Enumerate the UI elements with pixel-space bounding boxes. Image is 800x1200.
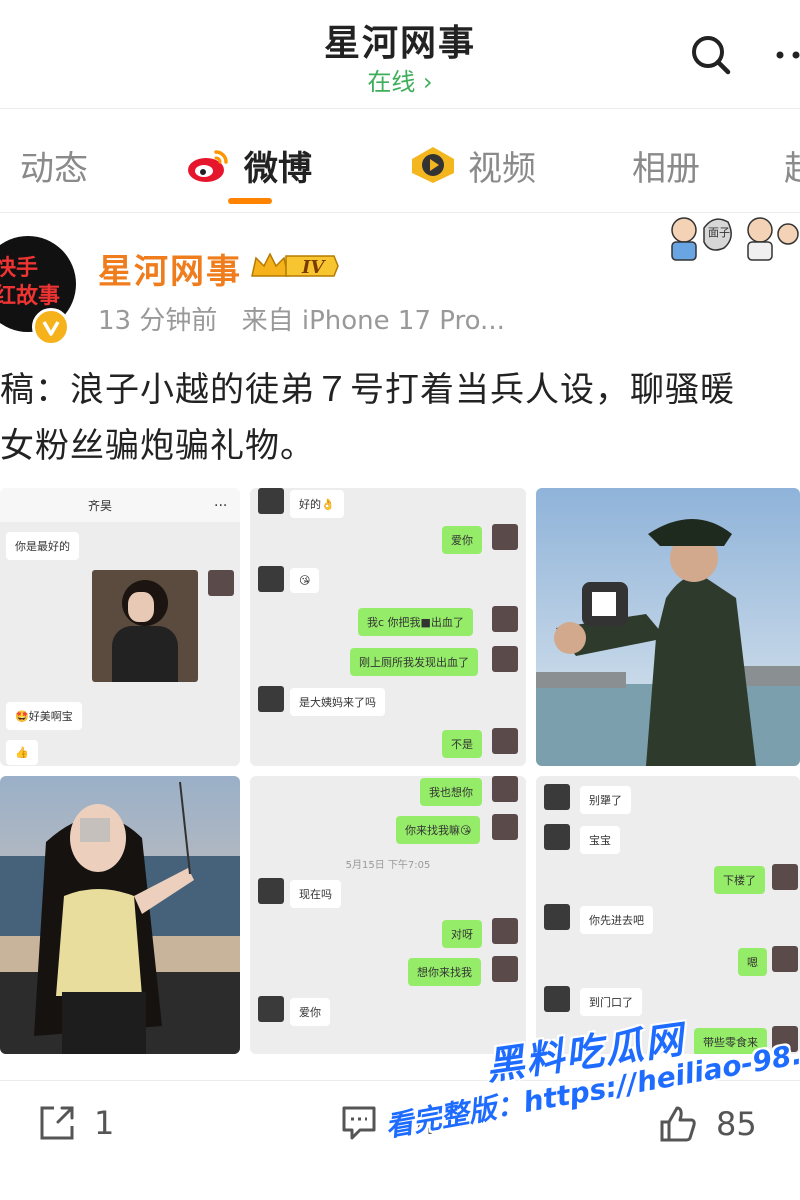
chat-message: 👍 — [6, 740, 38, 765]
top-header: 星河网事 在线 › — [0, 0, 800, 108]
like-icon — [660, 1106, 696, 1142]
search-icon — [692, 36, 731, 75]
post-source: 来自 iPhone 17 Pro... — [241, 306, 505, 336]
post-body: 稿：浪子小越的徒弟７号打着当兵人设，聊骚暖 女粉丝骗炮骗礼物。 — [0, 362, 800, 474]
decoration-cartoon-icon: 面子 — [671, 217, 799, 261]
post-text-line: 稿：浪子小越的徒弟７号打着当兵人设，聊骚暖 — [0, 370, 735, 410]
deco-label: 面子 — [708, 226, 730, 239]
chat-message: 你先进去吧 — [580, 906, 653, 934]
tab-dynamic[interactable]: 动态 — [20, 140, 88, 190]
like-count: 85 — [716, 1105, 757, 1143]
chat-message: 想你来找我 — [408, 958, 481, 986]
girl-photo — [0, 776, 240, 1054]
post-time: 13 分钟前 — [98, 306, 218, 336]
chat-message: 好的👌 — [290, 490, 344, 518]
chat-message: 宝宝 — [580, 826, 620, 854]
tab-super-topic[interactable]: 超 — [784, 140, 800, 190]
chat-timestamp: 5月15日 下午7:05 — [345, 860, 431, 871]
video-icon — [412, 147, 454, 183]
tab-label: 超 — [784, 141, 800, 190]
more-icon — [776, 51, 800, 59]
share-button[interactable]: 1 — [38, 1104, 114, 1142]
crown-level-icon: IV — [251, 252, 339, 278]
chat-message: 😘 — [290, 568, 320, 593]
chat-message: 到门口了 — [580, 988, 642, 1016]
chat-message: 不是 — [442, 730, 482, 758]
image-chat-3[interactable]: 我也想你 你来找我嘛😘 5月15日 下午7:05 现在吗 对呀 想你来找我 爱你 — [250, 776, 526, 1054]
tab-label: 微博 — [244, 148, 312, 189]
photo-message — [92, 570, 198, 682]
comment-icon — [342, 1106, 376, 1140]
active-tab-indicator — [228, 198, 272, 204]
chat-more: ... — [214, 494, 228, 510]
chat-message: 🤩好美啊宝 — [6, 702, 82, 730]
image-photo-soldier[interactable] — [536, 488, 800, 766]
chat-header: 齐昊 ... — [0, 488, 240, 522]
tab-label: 动态 — [20, 148, 88, 189]
chat-title: 齐昊 — [87, 499, 112, 513]
weibo-profile-page: 星河网事 在线 › 动态 微博 视频 相册 快手 红故事 星河网事 IV 13 … — [0, 0, 800, 1200]
chat-message: 现在吗 — [290, 880, 341, 908]
chat-message: 爱你 — [290, 998, 330, 1026]
post-meta: 13 分钟前 来自 iPhone 17 Pro... — [98, 300, 505, 337]
image-photo-girl[interactable] — [0, 776, 240, 1054]
page-title: 星河网事 — [323, 23, 476, 64]
chat-message: 我也想你 — [420, 778, 482, 806]
tab-label: 相册 — [632, 148, 700, 189]
chat-message: 对呀 — [442, 920, 482, 948]
share-count: 1 — [94, 1104, 115, 1142]
chat-message: 是大姨妈来了吗 — [290, 688, 385, 716]
online-status[interactable]: 在线 › — [0, 62, 800, 97]
chat-avatar — [208, 570, 234, 596]
tab-album[interactable]: 相册 — [632, 140, 700, 190]
tab-video[interactable]: 视频 — [410, 140, 536, 190]
avatar-text: 红故事 — [0, 283, 61, 309]
chat-message: 别犟了 — [580, 786, 631, 814]
post-text-line: 女粉丝骗炮骗礼物。 — [0, 426, 315, 466]
header-divider — [0, 108, 800, 109]
tab-label: 视频 — [468, 148, 536, 189]
weibo-icon — [188, 150, 228, 182]
image-grid: 齐昊 ... 你是最好的 🤩好美啊宝 👍 好的👌 爱你 😘 我c 你把我■出血了… — [0, 488, 800, 1056]
tab-weibo[interactable]: 微博 — [186, 140, 312, 190]
author-name[interactable]: 星河网事 — [98, 244, 242, 293]
more-button[interactable] — [770, 32, 800, 78]
search-button[interactable] — [688, 32, 734, 78]
soldier-photo — [536, 488, 800, 766]
like-button[interactable]: 85 — [658, 1104, 757, 1144]
chat-message: 我c 你把我■出血了 — [358, 608, 473, 636]
chat-message: 爱你 — [442, 526, 482, 554]
level-label: IV — [301, 257, 326, 278]
chat-message: 你来找我嘛😘 — [396, 816, 481, 844]
chat-message: 嗯 — [738, 948, 767, 976]
profile-tabs: 动态 微博 视频 相册 超 — [0, 110, 800, 210]
chat-message: 你是最好的 — [6, 532, 79, 560]
image-chat-1[interactable]: 齐昊 ... 你是最好的 🤩好美啊宝 👍 — [0, 488, 240, 766]
share-icon — [40, 1106, 74, 1140]
image-chat-2[interactable]: 好的👌 爱你 😘 我c 你把我■出血了 刚上厕所我发现出血了 是大姨妈来了吗 不… — [250, 488, 526, 766]
verified-icon — [42, 321, 60, 336]
chat-message: 下楼了 — [714, 866, 765, 894]
avatar-text: 快手 — [0, 255, 39, 281]
verified-badge — [32, 308, 70, 346]
chat-message: 刚上厕所我发现出血了 — [350, 648, 478, 676]
